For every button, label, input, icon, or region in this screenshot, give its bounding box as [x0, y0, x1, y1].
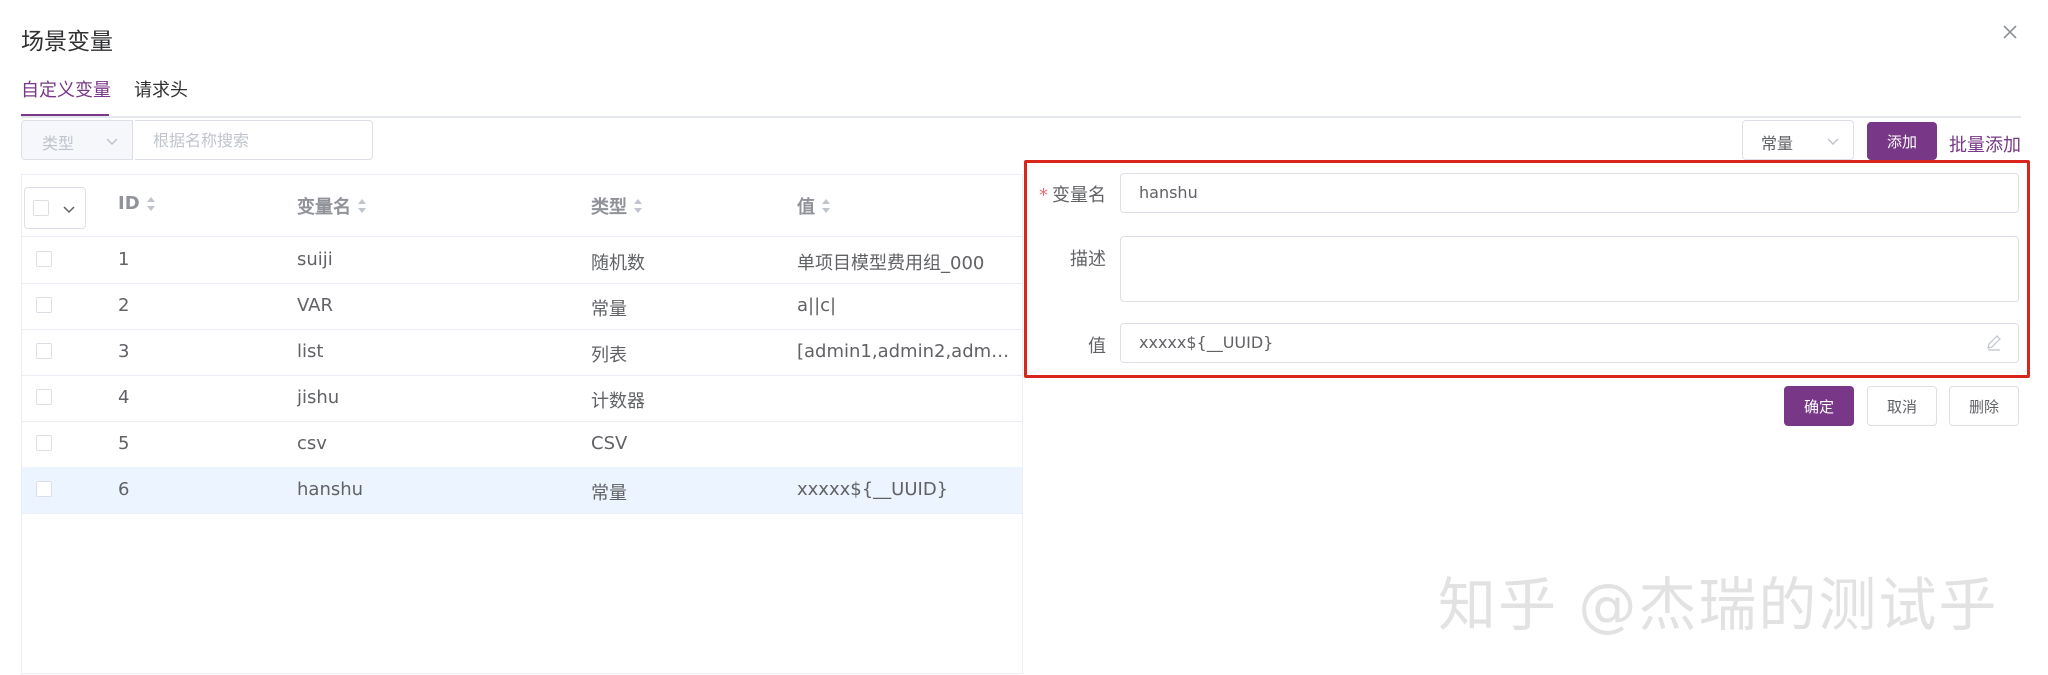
sort-icon[interactable] [146, 195, 156, 213]
cell-type: 常量 [591, 299, 627, 320]
table-row[interactable]: 5 csv CSV [22, 421, 1022, 468]
name-field-label: * 变量名 [1039, 185, 1106, 206]
type-filter-select[interactable]: 类型 [21, 120, 133, 160]
chevron-down-icon [1827, 138, 1839, 146]
table-row[interactable]: 4 jishu 计数器 [22, 375, 1022, 422]
sort-icon[interactable] [357, 197, 367, 215]
column-header-id[interactable]: ID [118, 193, 156, 214]
cell-type: 计数器 [591, 391, 645, 412]
column-header-name[interactable]: 变量名 [297, 193, 367, 219]
search-input[interactable] [135, 120, 373, 160]
name-input[interactable]: hanshu [1120, 173, 2019, 213]
row-checkbox[interactable] [36, 481, 52, 497]
row-checkbox[interactable] [36, 389, 52, 405]
tab-request-headers[interactable]: 请求头 [134, 78, 188, 114]
description-field-label: 描述 [1070, 249, 1106, 270]
add-button[interactable]: 添加 [1867, 122, 1937, 160]
column-header-value[interactable]: 值 [797, 193, 831, 219]
table-header: ID 变量名 类型 值 [22, 175, 1022, 237]
cell-id: 2 [118, 295, 130, 316]
cell-name: suiji [297, 249, 333, 270]
pencil-icon[interactable] [1985, 334, 2003, 352]
scene-variables-dialog: 场景变量 自定义变量 请求头 类型 常量 添加 批量添加 ID [0, 0, 2048, 675]
cell-type: CSV [591, 433, 628, 454]
cell-id: 4 [118, 387, 130, 408]
cell-value: 单项目模型费用组_000 [797, 253, 985, 274]
cell-name: VAR [297, 295, 333, 316]
cell-type: 列表 [591, 345, 627, 366]
dialog-title: 场景变量 [21, 29, 113, 55]
required-marker: * [1039, 185, 1048, 206]
tab-bar: 自定义变量 请求头 [21, 78, 2021, 118]
close-icon[interactable] [1998, 20, 2022, 44]
tab-active-indicator [21, 114, 109, 116]
cell-id: 1 [118, 249, 130, 270]
value-field-label: 值 [1088, 336, 1106, 357]
confirm-button[interactable]: 确定 [1784, 386, 1854, 426]
description-textarea[interactable] [1120, 236, 2019, 302]
variables-table: ID 变量名 类型 值 1 suiji 随机数 单项目模型费用组_000 2 V… [21, 174, 1023, 674]
sort-icon[interactable] [633, 197, 643, 215]
cell-name: jishu [297, 387, 340, 408]
cell-id: 3 [118, 341, 130, 362]
chevron-down-icon [63, 206, 75, 214]
tab-custom-variables[interactable]: 自定义变量 [21, 78, 111, 114]
watermark: 知乎 @杰瑞的测试乎 [1438, 571, 1999, 639]
row-checkbox[interactable] [36, 435, 52, 451]
cell-value: xxxxx${__UUID} [797, 479, 949, 500]
type-filter-placeholder: 类型 [42, 134, 75, 153]
cell-name: csv [297, 433, 327, 454]
delete-button[interactable]: 删除 [1949, 386, 2019, 426]
cell-value: a||c| [797, 295, 837, 316]
batch-add-link[interactable]: 批量添加 [1949, 131, 2021, 157]
variable-type-select[interactable]: 常量 [1742, 120, 1854, 160]
cell-name: list [297, 341, 324, 362]
cell-id: 5 [118, 433, 130, 454]
table-row[interactable]: 1 suiji 随机数 单项目模型费用组_000 [22, 237, 1022, 284]
value-input[interactable]: xxxxx${__UUID} [1120, 323, 2019, 363]
cell-name: hanshu [297, 479, 364, 500]
table-row[interactable]: 2 VAR 常量 a||c| [22, 283, 1022, 330]
cell-type: 常量 [591, 483, 627, 504]
select-all-dropdown[interactable] [24, 187, 86, 229]
select-all-checkbox[interactable] [33, 200, 49, 216]
table-row-selected[interactable]: 6 hanshu 常量 xxxxx${__UUID} [22, 467, 1022, 514]
row-checkbox[interactable] [36, 251, 52, 267]
sort-icon[interactable] [821, 197, 831, 215]
cell-id: 6 [118, 479, 130, 500]
table-row[interactable]: 3 list 列表 [admin1,admin2,admin3,... [22, 329, 1022, 376]
cell-type: 随机数 [591, 253, 645, 274]
variable-type-value: 常量 [1761, 134, 1794, 153]
cancel-button[interactable]: 取消 [1867, 386, 1937, 426]
row-checkbox[interactable] [36, 297, 52, 313]
cell-value: [admin1,admin2,admin3,... [797, 341, 1012, 362]
chevron-down-icon [106, 138, 118, 146]
column-header-type[interactable]: 类型 [591, 193, 643, 219]
row-checkbox[interactable] [36, 343, 52, 359]
